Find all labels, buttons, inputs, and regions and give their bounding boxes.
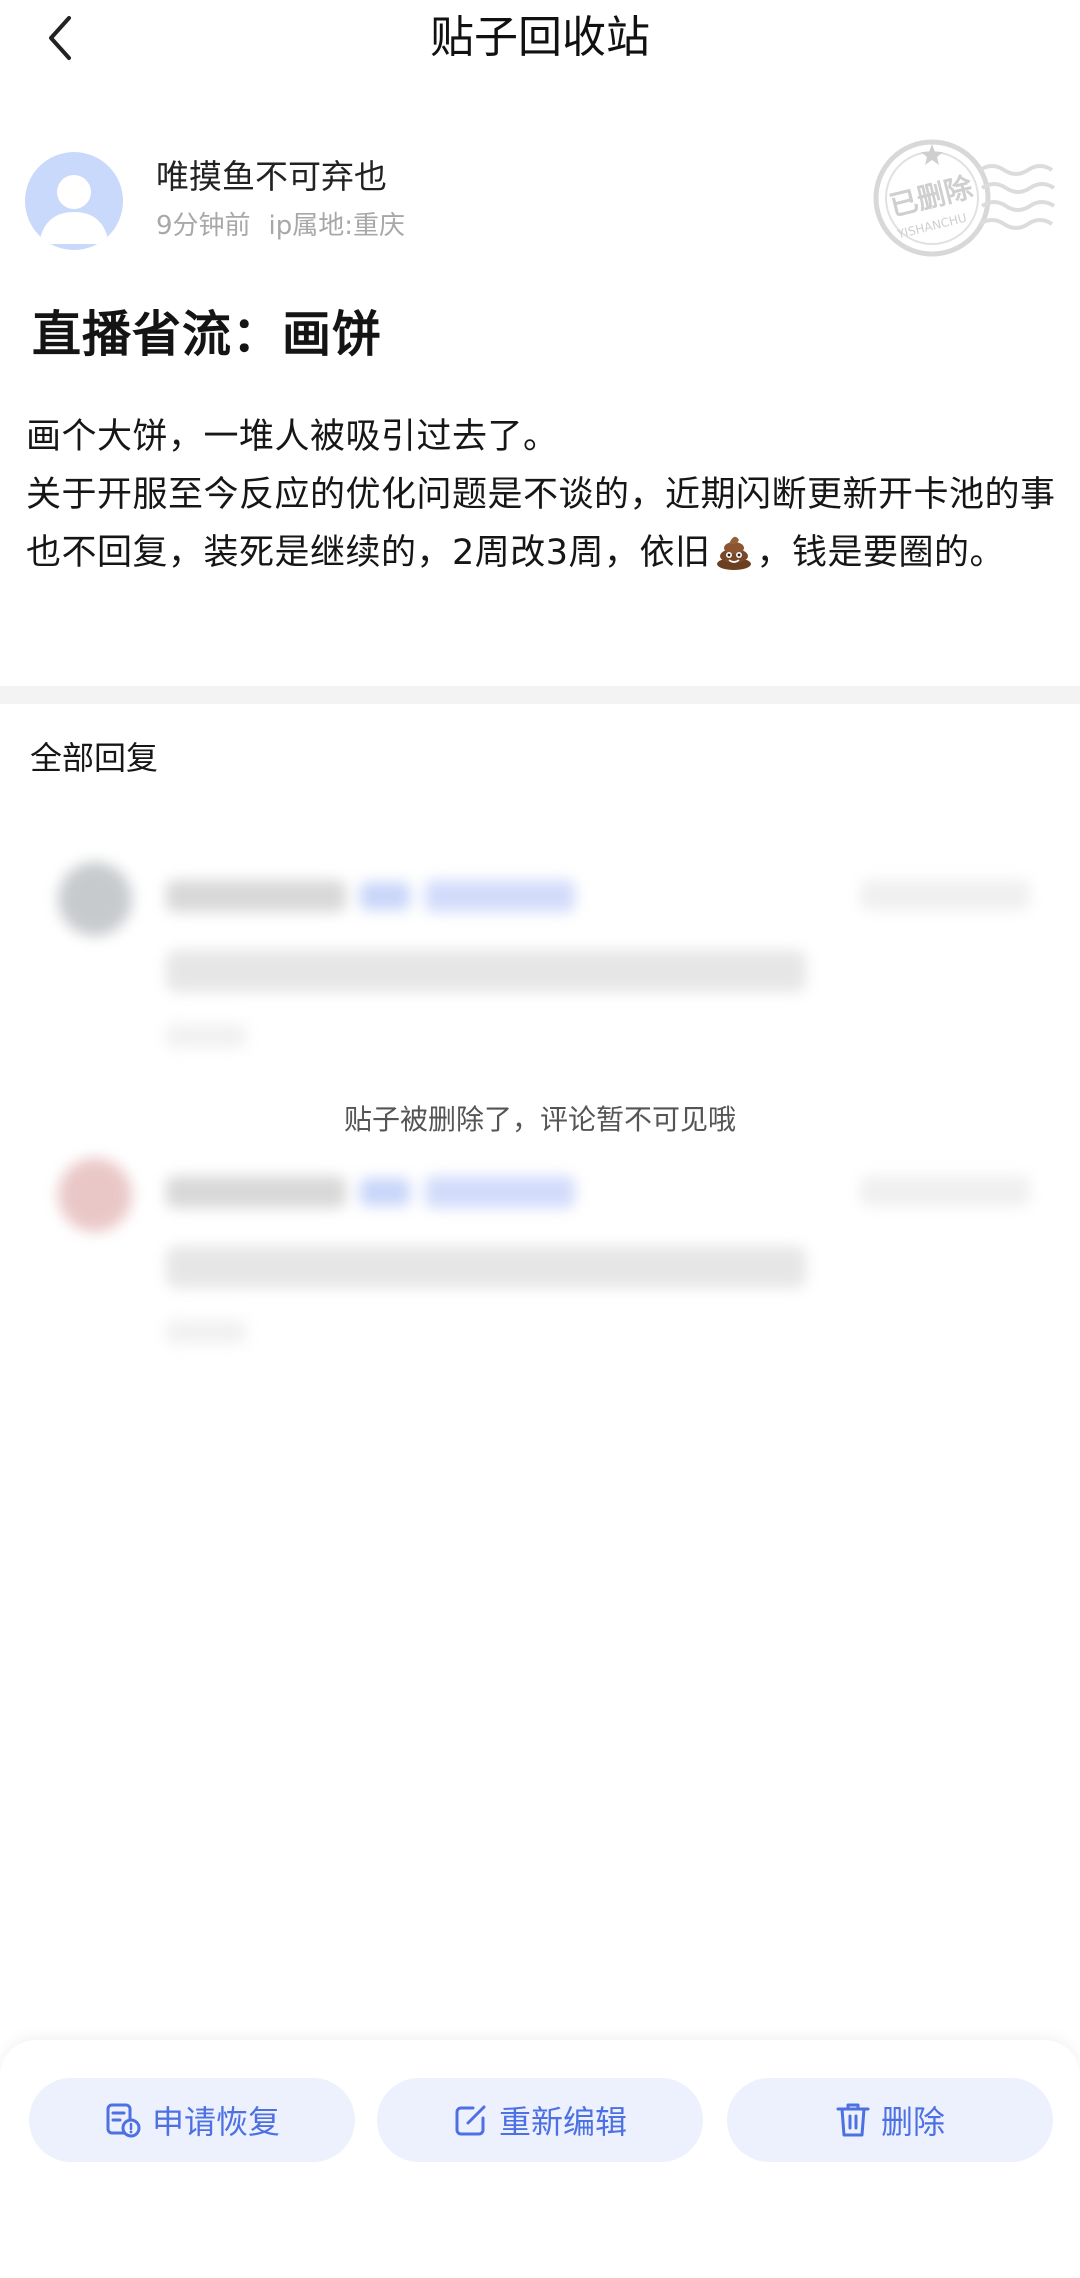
re-edit-button[interactable]: 重新编辑 xyxy=(377,2078,703,2162)
comments-hidden-notice: 贴子被删除了，评论暂不可见哦 xyxy=(343,1103,736,1136)
delete-button[interactable]: 删除 xyxy=(727,2078,1053,2162)
author-name[interactable]: 唯摸鱼不可弃也 xyxy=(156,154,387,200)
post-time: 9分钟前 xyxy=(156,211,251,241)
blurred-like xyxy=(860,1176,1030,1206)
default-avatar-icon xyxy=(39,175,109,244)
post-body-paragraph: 关于开服至今反应的优化问题是不谈的，近期闪断更新开卡池的事也不回复，装死是继续的… xyxy=(26,466,1066,582)
post-meta: 9分钟前 ip属地:重庆 xyxy=(156,208,405,244)
blurred-like xyxy=(860,880,1030,910)
restore-request-icon xyxy=(106,2103,141,2138)
blurred-text xyxy=(166,950,806,992)
trash-icon xyxy=(836,2103,870,2137)
apply-restore-label: 申请恢复 xyxy=(151,2103,280,2141)
blurred-badge xyxy=(425,1176,575,1208)
post-body: 画个大饼，一堆人被吸引过去了。 关于开服至今反应的优化问题是不谈的，近期闪断更新… xyxy=(26,408,1066,582)
edit-icon xyxy=(455,2105,486,2136)
post-title: 直播省流：画饼 xyxy=(32,306,383,363)
poop-emoji-icon xyxy=(716,536,751,570)
blurred-name xyxy=(166,1176,346,1208)
bottom-action-bar: 申请恢复 重新编辑 删除 xyxy=(0,2040,1080,2278)
blurred-badge xyxy=(425,880,575,912)
post-body-line: 画个大饼，一堆人被吸引过去了。 xyxy=(26,417,559,457)
re-edit-label: 重新编辑 xyxy=(498,2103,627,2141)
page-title: 贴子回收站 xyxy=(430,12,650,63)
blurred-comment xyxy=(50,852,1040,1082)
deleted-stamp: 已删除 YISHANCHU xyxy=(860,130,1060,270)
post-body-text-end: ，钱是要圈的。 xyxy=(756,533,1006,573)
blurred-tag xyxy=(360,882,410,910)
delete-label: 删除 xyxy=(880,2103,945,2141)
top-bar: 贴子回收站 xyxy=(0,0,1080,80)
blurred-avatar xyxy=(58,1158,132,1232)
ip-location: ip属地:重庆 xyxy=(268,211,406,241)
author-avatar[interactable] xyxy=(25,152,123,250)
blurred-name xyxy=(166,880,346,912)
blurred-time xyxy=(166,1024,246,1048)
blurred-text xyxy=(166,1246,806,1288)
blurred-time xyxy=(166,1320,246,1344)
blurred-comment xyxy=(50,1148,1040,1378)
apply-restore-button[interactable]: 申请恢复 xyxy=(29,2078,355,2162)
replies-title: 全部回复 xyxy=(30,739,159,777)
blurred-avatar xyxy=(58,862,132,936)
blurred-tag xyxy=(360,1178,410,1206)
section-divider xyxy=(0,686,1080,704)
